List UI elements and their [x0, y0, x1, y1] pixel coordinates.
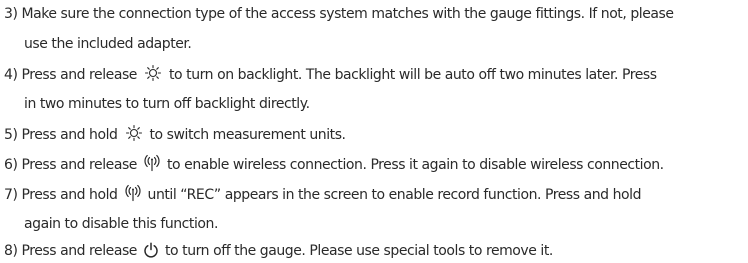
step-3-line-1: 3) Make sure the connection type of the … — [4, 6, 674, 22]
step-4-line-2: in two minutes to turn off backlight dir… — [24, 96, 310, 112]
step-7-line-2: again to disable this function. — [24, 216, 218, 232]
wireless-icon — [124, 184, 142, 202]
power-icon — [143, 242, 159, 258]
step-5-text-end: to switch measurement units. — [149, 127, 346, 143]
step-4-text-end: to turn on backlight. The backlight will… — [169, 67, 657, 83]
step-5-text-start: 5) Press and hold — [4, 127, 118, 143]
step-6-text-end: to enable wireless connection. Press it … — [167, 157, 664, 173]
step-3-line-2: use the included adapter. — [24, 36, 192, 52]
backlight-icon — [124, 124, 144, 142]
wireless-icon — [143, 154, 161, 172]
step-7-text-end: until “REC” appears in the screen to ena… — [147, 187, 642, 203]
backlight-icon — [143, 64, 163, 82]
step-4-text-start: 4) Press and release — [4, 67, 137, 83]
step-7-line-1: 7) Press and hold until “REC” appears in… — [4, 184, 641, 205]
step-6-text-start: 6) Press and release — [4, 157, 137, 173]
step-6-line: 6) Press and release to enable wireless … — [4, 154, 664, 175]
step-7-text-start: 7) Press and hold — [4, 187, 118, 203]
instruction-list: 3) Make sure the connection type of the … — [0, 0, 748, 263]
step-4-line-1: 4) Press and release to turn on backligh… — [4, 64, 657, 85]
step-5-line: 5) Press and hold to switch measurement … — [4, 124, 346, 145]
step-8-line: 8) Press and release to turn off the gau… — [4, 241, 553, 261]
step-8-text-start: 8) Press and release — [4, 243, 137, 259]
step-8-text-end: to turn off the gauge. Please use specia… — [165, 243, 553, 259]
